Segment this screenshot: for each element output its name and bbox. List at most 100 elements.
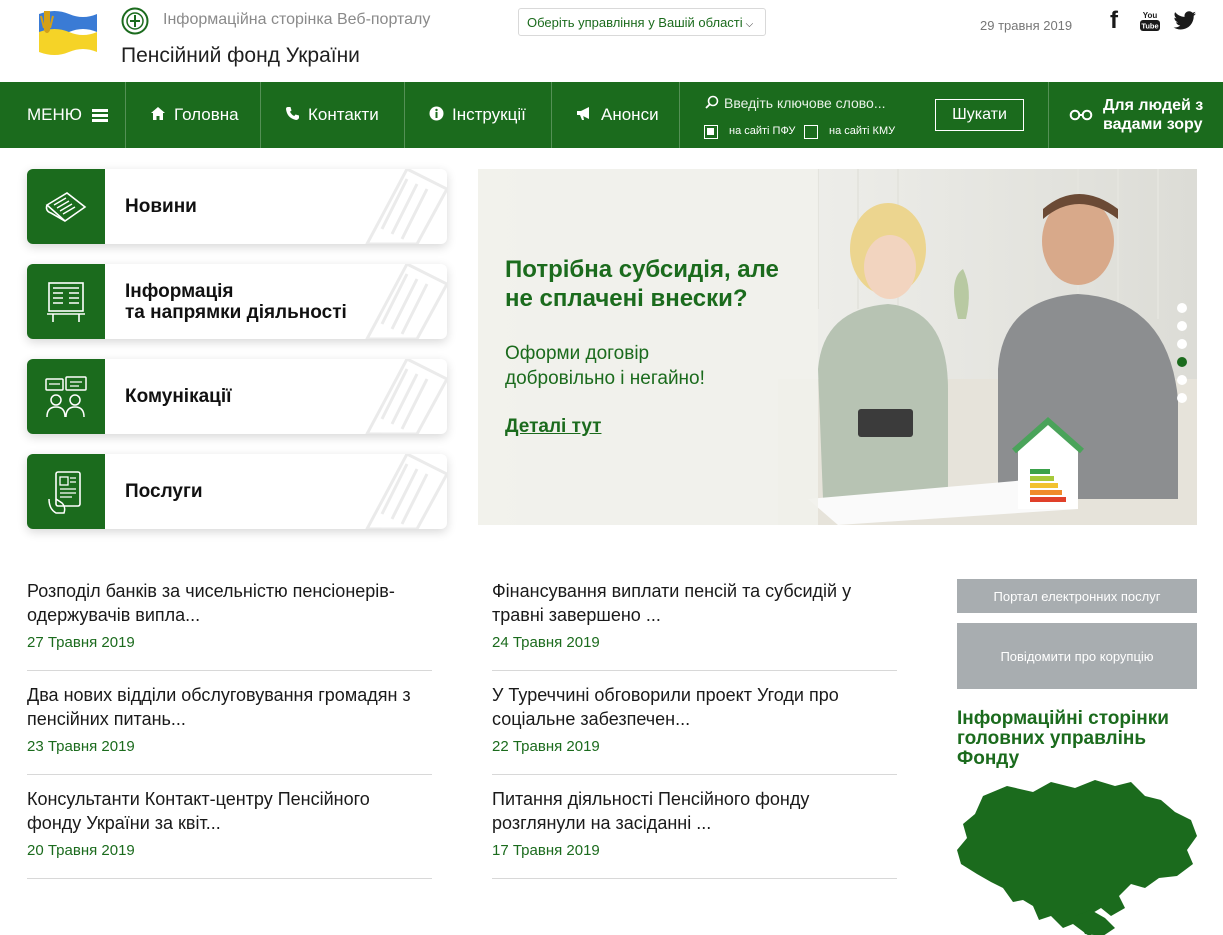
- news-title-line2: соціальне забезпечен...: [492, 709, 691, 729]
- category-information-label-line1: Інформація: [125, 281, 234, 302]
- regional-pages-heading: Інформаційні сторінки головних управлінь…: [957, 709, 1197, 769]
- portal-caption: Інформаційна сторінка Веб-порталу: [163, 11, 431, 28]
- news-date: 20 Травня 2019: [27, 842, 135, 859]
- banner-subtext: Оформи договір добровільно і негайно!: [505, 341, 765, 391]
- news-title-line2: фонду України за квіт...: [27, 813, 221, 833]
- glasses-icon: [1069, 109, 1093, 121]
- news-date: 27 Травня 2019: [27, 634, 135, 651]
- checkbox-pfu[interactable]: [704, 125, 718, 139]
- slider-dot[interactable]: [1177, 303, 1187, 313]
- slider-dot[interactable]: [1177, 393, 1187, 403]
- chevron-down-icon: ⌵: [745, 19, 754, 30]
- news-item[interactable]: У Туреччині обговорили проект Угоди про …: [492, 671, 897, 775]
- report-corruption-button[interactable]: Повідомити про корупцію: [957, 623, 1197, 689]
- news-item[interactable]: Розподіл банків за чисельністю пенсіонер…: [27, 567, 432, 671]
- news-date: 17 Травня 2019: [492, 842, 600, 859]
- decorative-pattern: [365, 454, 447, 529]
- banner-details-link[interactable]: Деталі тут: [505, 416, 601, 438]
- accessibility-link[interactable]: Для людей з вадами зору: [1049, 82, 1223, 148]
- slider-dot[interactable]: [1177, 321, 1187, 331]
- news-title-line1: Консультанти Контакт-центру Пенсійного: [27, 789, 370, 809]
- nav-instructions[interactable]: Інструкції: [405, 82, 552, 148]
- tablet-hand-icon: [27, 454, 105, 529]
- category-communications[interactable]: Комунікації: [27, 359, 447, 434]
- category-information-label-line2: та напрямки діяльності: [125, 302, 347, 323]
- slider-dot[interactable]: [1177, 375, 1187, 385]
- megaphone-icon: [576, 106, 593, 125]
- news-date: 24 Травня 2019: [492, 634, 600, 651]
- twitter-icon[interactable]: [1172, 8, 1198, 34]
- news-list-right: Фінансування виплати пенсій та субсидій …: [492, 567, 897, 879]
- news-item[interactable]: Два нових відділи обслуговування громадя…: [27, 671, 432, 775]
- documents-icon: [27, 264, 105, 339]
- news-list-left: Розподіл банків за чисельністю пенсіонер…: [27, 567, 432, 879]
- news-item[interactable]: Фінансування виплати пенсій та субсидій …: [492, 567, 897, 671]
- checkbox-kmu-label: на сайті КМУ: [829, 125, 896, 137]
- youtube-icon[interactable]: You Tube: [1137, 8, 1163, 34]
- regional-pages-heading-line3: Фонду: [957, 748, 1020, 769]
- accessibility-label-line1: Для людей з: [1103, 97, 1204, 114]
- news-title-line2: одержувачів випла...: [27, 605, 201, 625]
- banner-subtext-line2: добровільно і негайно!: [505, 368, 705, 389]
- search-input[interactable]: [704, 92, 894, 114]
- search-button[interactable]: Шукати: [935, 99, 1024, 131]
- main-nav: МЕНЮ Головна Контакти Інструкції Анонси …: [0, 82, 1223, 148]
- nav-home[interactable]: Головна: [126, 82, 261, 148]
- checkbox-pfu-label: на сайті ПФУ: [729, 125, 796, 137]
- region-select-label: Оберіть управління у Вашій області: [527, 15, 743, 30]
- news-title-line2: травні завершено ...: [492, 605, 661, 625]
- news-title-line1: Два нових відділи обслуговування громадя…: [27, 685, 411, 705]
- home-icon: [150, 106, 166, 125]
- category-communications-label: Комунікації: [125, 386, 232, 407]
- news-title: Фінансування виплати пенсій та субсидій …: [492, 579, 897, 627]
- nav-instructions-label: Інструкції: [452, 105, 526, 124]
- news-title: Консультанти Контакт-центру Пенсійного ф…: [27, 787, 432, 835]
- region-select[interactable]: Оберіть управління у Вашій області ⌵: [518, 8, 766, 36]
- hamburger-icon: [91, 107, 108, 124]
- newspaper-icon: [27, 169, 105, 244]
- promo-banner[interactable]: Потрібна субсидія, але не сплачені внеск…: [478, 169, 1197, 525]
- nav-announcements[interactable]: Анонси: [552, 82, 680, 148]
- banner-headline-line1: Потрібна субсидія, але: [505, 256, 779, 283]
- slider-dot-active[interactable]: [1177, 357, 1187, 367]
- nav-contacts[interactable]: Контакти: [261, 82, 405, 148]
- category-news[interactable]: Новини: [27, 169, 447, 244]
- category-information[interactable]: Інформація та напрямки діяльності: [27, 264, 447, 339]
- ukraine-flag-logo[interactable]: [35, 8, 99, 58]
- decorative-pattern: [365, 264, 447, 339]
- current-date: 29 травня 2019: [980, 18, 1073, 33]
- news-item[interactable]: Питання діяльності Пенсійного фонду розг…: [492, 775, 897, 879]
- phone-icon: [285, 106, 300, 125]
- news-title: Розподіл банків за чисельністю пенсіонер…: [27, 579, 432, 627]
- banner-headline-line2: не сплачені внески?: [505, 285, 748, 312]
- menu-button[interactable]: МЕНЮ: [0, 82, 126, 148]
- regional-pages-heading-line2: головних управлінь: [957, 728, 1147, 749]
- news-title-line2: розглянули на засіданні ...: [492, 813, 712, 833]
- news-title: Два нових відділи обслуговування громадя…: [27, 683, 432, 731]
- checkbox-kmu[interactable]: [804, 125, 818, 139]
- news-date: 23 Травня 2019: [27, 738, 135, 755]
- nav-contacts-label: Контакти: [308, 105, 379, 124]
- news-item[interactable]: Консультанти Контакт-центру Пенсійного ф…: [27, 775, 432, 879]
- search-area: на сайті ПФУ на сайті КМУ Шукати: [680, 82, 1049, 148]
- news-title-line1: У Туреччині обговорили проект Угоди про: [492, 685, 839, 705]
- svg-text:You: You: [1143, 11, 1158, 20]
- news-title-line2: пенсійних питань...: [27, 709, 186, 729]
- site-title[interactable]: Пенсійний фонд України: [121, 44, 360, 68]
- chat-people-icon: [27, 359, 105, 434]
- news-title: У Туреччині обговорили проект Угоди про …: [492, 683, 897, 731]
- news-title-line1: Питання діяльності Пенсійного фонду: [492, 789, 810, 809]
- svg-text:Tube: Tube: [1141, 22, 1158, 31]
- decorative-pattern: [365, 169, 447, 244]
- slider-dots: [1177, 303, 1189, 411]
- banner-subtext-line1: Оформи договір: [505, 343, 650, 364]
- facebook-icon[interactable]: f: [1101, 7, 1127, 34]
- e-services-portal-button[interactable]: Портал електронних послуг: [957, 579, 1197, 613]
- decorative-pattern: [365, 359, 447, 434]
- regional-pages-heading-line1: Інформаційні сторінки: [957, 708, 1169, 729]
- slider-dot[interactable]: [1177, 339, 1187, 349]
- news-date: 22 Травня 2019: [492, 738, 600, 755]
- ukraine-map[interactable]: [955, 778, 1200, 935]
- category-services[interactable]: Послуги: [27, 454, 447, 529]
- news-title-line1: Розподіл банків за чисельністю пенсіонер…: [27, 581, 395, 601]
